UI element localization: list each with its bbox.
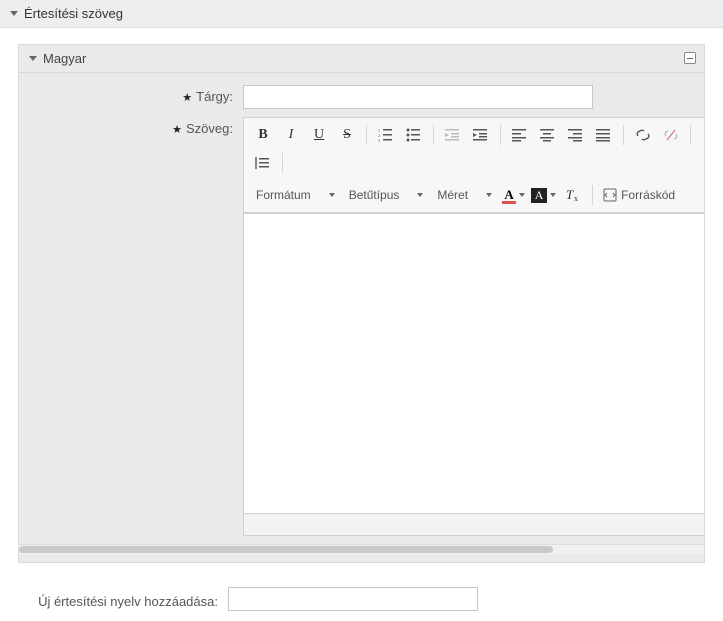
add-language-input[interactable] (228, 587, 478, 611)
section-title: Értesítési szöveg (24, 6, 123, 21)
underline-button[interactable]: U (306, 122, 332, 148)
indent-button[interactable] (468, 122, 494, 148)
remove-format-icon: T x (564, 187, 582, 203)
toolbar-separator (282, 153, 283, 173)
subject-label: Tárgy: (196, 89, 233, 104)
toolbar-row-2: Formátum Betűtípus Méret (250, 178, 704, 208)
text-color-button[interactable]: A (500, 182, 527, 208)
toolbar-separator (500, 125, 501, 145)
add-language-label: Új értesítési nyelv hozzáadása: (38, 594, 218, 609)
panel-title: Magyar (43, 51, 86, 66)
add-language-row: Új értesítési nyelv hozzáadása: (18, 577, 705, 611)
ordered-list-icon: 1 2 3 (378, 128, 394, 142)
align-left-button[interactable] (507, 122, 533, 148)
language-panel: Magyar ★ Tárgy: ★ Szöveg: (18, 44, 705, 563)
toolbar-separator (623, 125, 624, 145)
align-left-icon (512, 128, 528, 142)
bold-button[interactable]: B (250, 122, 276, 148)
align-right-button[interactable] (563, 122, 589, 148)
bullet-list-button[interactable] (401, 122, 427, 148)
source-button[interactable]: Forráskód (599, 182, 679, 208)
align-center-icon (540, 128, 556, 142)
align-center-button[interactable] (535, 122, 561, 148)
rich-text-editor: B I U S 1 2 3 (243, 117, 704, 536)
subject-label-cell: ★ Tárgy: (19, 85, 243, 104)
add-language-label-cell: Új értesítési nyelv hozzáadása: (18, 590, 228, 609)
editor-resize-handle[interactable] (244, 513, 704, 535)
strikethrough-button[interactable]: S (334, 122, 360, 148)
background-color-icon: A (531, 188, 547, 203)
body-label-cell: ★ Szöveg: (19, 117, 243, 136)
font-dropdown[interactable]: Betűtípus (343, 182, 430, 208)
editor-content-area[interactable] (244, 213, 704, 513)
outdent-icon (445, 128, 461, 142)
subject-input-cell (243, 85, 593, 109)
chevron-down-icon (329, 193, 335, 197)
toolbar-separator (690, 125, 691, 145)
format-dropdown[interactable]: Formátum (250, 182, 341, 208)
blockquote-icon (255, 156, 271, 170)
horizontal-scrollbar[interactable] (19, 544, 704, 554)
text-color-icon: A (502, 188, 516, 202)
svg-text:T: T (566, 187, 574, 202)
italic-button[interactable]: I (278, 122, 304, 148)
link-button[interactable] (630, 122, 656, 148)
indent-icon (473, 128, 489, 142)
unlink-button[interactable] (658, 122, 684, 148)
svg-text:3: 3 (378, 138, 380, 142)
chevron-down-icon (519, 193, 525, 197)
chevron-down-icon (10, 11, 18, 16)
svg-text:x: x (574, 194, 578, 203)
collapse-icon[interactable] (684, 52, 696, 64)
align-justify-icon (596, 128, 612, 142)
font-dropdown-label: Betűtípus (349, 188, 400, 202)
required-star-icon: ★ (182, 92, 192, 104)
section-header[interactable]: Értesítési szöveg (0, 0, 723, 28)
align-justify-button[interactable] (591, 122, 617, 148)
subject-row: ★ Tárgy: (19, 81, 704, 113)
editor-toolbar: B I U S 1 2 3 (244, 118, 704, 213)
bullet-list-icon (406, 128, 422, 142)
align-right-icon (568, 128, 584, 142)
chevron-down-icon (29, 56, 37, 61)
source-icon (603, 188, 617, 202)
required-star-icon: ★ (172, 124, 182, 136)
toolbar-separator (592, 185, 593, 205)
subject-input[interactable] (243, 85, 593, 109)
source-button-label: Forráskód (621, 188, 675, 202)
body-label: Szöveg: (186, 121, 233, 136)
outdent-button[interactable] (440, 122, 466, 148)
remove-format-button[interactable]: T x (560, 182, 586, 208)
toolbar-separator (433, 125, 434, 145)
toolbar-separator (366, 125, 367, 145)
format-dropdown-label: Formátum (256, 188, 311, 202)
body-row: ★Szöveg: B I U S 1 (19, 113, 704, 540)
ordered-list-button[interactable]: 1 2 3 (373, 122, 399, 148)
chevron-down-icon (550, 193, 556, 197)
unlink-icon (663, 128, 679, 142)
language-panel-header[interactable]: Magyar (19, 45, 704, 73)
section-body: Magyar ★ Tárgy: ★ Szöveg: (0, 28, 723, 621)
link-icon (635, 128, 651, 142)
size-dropdown-label: Méret (437, 188, 468, 202)
chevron-down-icon (486, 193, 492, 197)
chevron-down-icon (417, 193, 423, 197)
language-panel-body: ★ Tárgy: ★ Szöveg: B I U S (19, 73, 704, 562)
blockquote-button[interactable] (250, 150, 276, 176)
size-dropdown[interactable]: Méret (431, 182, 498, 208)
background-color-button[interactable]: A (529, 182, 558, 208)
